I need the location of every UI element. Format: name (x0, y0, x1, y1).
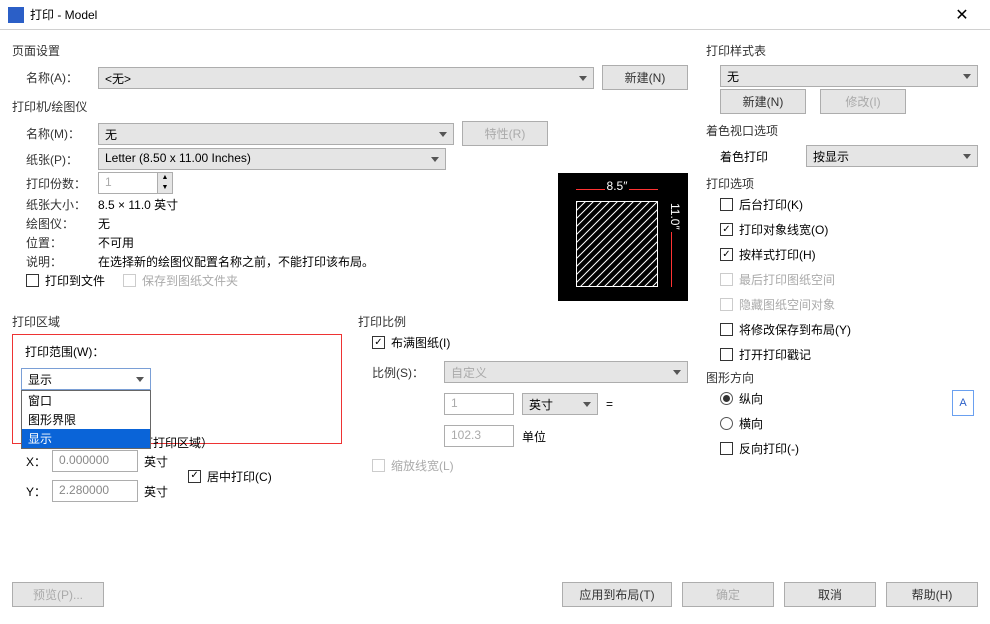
printer-name-label: 名称(M)： (26, 125, 90, 142)
offset-y-input[interactable]: 2.280000 (52, 480, 138, 502)
plotter-label: 绘图仪： (26, 215, 90, 232)
paper-orientation-icon: A (952, 390, 974, 416)
ratio-select[interactable]: 自定义 (444, 361, 688, 383)
title-bar: 打印 - Model ✕ (0, 0, 990, 30)
location-label: 位置： (26, 234, 90, 251)
shade-select[interactable]: 按显示 (806, 145, 978, 167)
range-dropdown-list: 窗口 图形界限 显示 (21, 390, 151, 449)
offset-x-unit: 英寸 (144, 453, 168, 470)
paper-size-label: 纸张大小： (26, 196, 90, 213)
copies-spinner[interactable]: 1 ▲▼ (98, 172, 173, 194)
range-option-window[interactable]: 窗口 (22, 391, 150, 410)
page-setup-section: 页面设置 名称(A)： <无> 新建(N) (12, 40, 688, 92)
option-checkbox-0[interactable]: 后台打印(K) (720, 196, 978, 213)
shade-label: 着色打印 (720, 148, 768, 165)
range-option-display[interactable]: 显示 (22, 429, 150, 448)
styles-edit-button: 修改(I) (820, 89, 906, 114)
portrait-radio[interactable]: 纵向 (720, 390, 799, 407)
ratio-label: 比例(S)： (372, 364, 436, 381)
styles-heading: 打印样式表 (706, 40, 978, 63)
option-checkbox-1[interactable]: ✓打印对象线宽(O) (720, 221, 978, 238)
orientation-heading: 图形方向 (706, 367, 978, 390)
equals-sign: = (606, 397, 613, 411)
styles-new-button[interactable]: 新建(N) (720, 89, 806, 114)
paper-select[interactable]: Letter (8.50 x 11.00 Inches) (98, 148, 446, 170)
paper-preview: 8.5″ 11.0″ (558, 173, 688, 301)
offset-y-label: Y： (26, 483, 46, 500)
printer-name-select[interactable]: 无 (98, 123, 454, 145)
save-to-folder-checkbox[interactable]: 保存到图纸文件夹 (123, 272, 238, 289)
center-print-checkbox[interactable]: ✓居中打印(C) (188, 468, 272, 485)
orientation-section: 图形方向 纵向 横向 反向打印(-) A (706, 367, 978, 457)
offset-x-label: X： (26, 453, 46, 470)
printer-section: 打印机/绘图仪 名称(M)： 无 特性(R) 纸张(P)： Letter (8.… (12, 96, 688, 301)
help-button[interactable]: 帮助(H) (886, 582, 978, 607)
desc-value: 在选择新的绘图仪配置名称之前，不能打印该布局。 (98, 253, 374, 270)
offset-x-input[interactable]: 0.000000 (52, 450, 138, 472)
area-heading: 打印区域 (12, 311, 342, 334)
location-value: 不可用 (98, 234, 134, 251)
hatch-icon (577, 202, 657, 286)
page-name-label: 名称(A)： (26, 69, 90, 86)
viewport-section: 着色视口选项 着色打印 按显示 (706, 120, 978, 169)
options-section: 打印选项 后台打印(K) ✓打印对象线宽(O) ✓按样式打印(H) 最后打印图纸空间隐… (706, 173, 978, 363)
option-checkbox-6[interactable]: 打开打印戳记 (720, 346, 978, 363)
styles-section: 打印样式表 无 新建(N) 修改(I) (706, 40, 978, 116)
option-checkbox-5[interactable]: 将修改保存到布局(Y) (720, 321, 978, 338)
options-heading: 打印选项 (706, 173, 978, 196)
page-setup-heading: 页面设置 (12, 40, 688, 63)
copies-label: 打印份数： (26, 175, 90, 192)
scale-heading: 打印比例 (358, 311, 688, 334)
scale-den-input[interactable]: 102.3 (444, 425, 514, 447)
printer-props-button: 特性(R) (462, 121, 548, 146)
close-button[interactable]: ✕ (942, 5, 982, 25)
area-redbox: 打印范围(W)： 显示 窗口 图形界限 显示 打印偏移（原点设置在可打印区域） (12, 334, 342, 444)
desc-label: 说明： (26, 253, 90, 270)
paper-size-value: 8.5 × 11.0 英寸 (98, 196, 178, 213)
offset-y-unit: 英寸 (144, 483, 168, 500)
ok-button: 确定 (682, 582, 774, 607)
cancel-button[interactable]: 取消 (784, 582, 876, 607)
scale-num-input[interactable]: 1 (444, 393, 514, 415)
app-icon (8, 7, 24, 23)
range-select[interactable]: 显示 窗口 图形界限 显示 (21, 368, 151, 390)
spin-down-icon[interactable]: ▼ (158, 183, 172, 193)
scale-lineweight-checkbox[interactable]: 缩放线宽(L) (372, 457, 688, 474)
reverse-checkbox[interactable]: 反向打印(-) (720, 440, 799, 457)
spin-up-icon[interactable]: ▲ (158, 173, 172, 183)
range-label: 打印范围(W)： (25, 343, 333, 360)
scale-den-unit: 单位 (522, 428, 598, 445)
fit-paper-checkbox[interactable]: ✓布满图纸(I) (372, 334, 688, 351)
range-option-extents[interactable]: 图形界限 (22, 410, 150, 429)
paper-label: 纸张(P)： (26, 151, 90, 168)
styles-select[interactable]: 无 (720, 65, 978, 87)
printer-heading: 打印机/绘图仪 (12, 96, 688, 119)
page-new-button[interactable]: 新建(N) (602, 65, 688, 90)
option-checkbox-4: 隐藏图纸空间对象 (720, 296, 978, 313)
viewport-heading: 着色视口选项 (706, 120, 978, 143)
option-checkbox-2[interactable]: ✓按样式打印(H) (720, 246, 978, 263)
plotter-value: 无 (98, 215, 110, 232)
apply-button[interactable]: 应用到布局(T) (562, 582, 672, 607)
print-to-file-checkbox[interactable]: 打印到文件 (26, 272, 105, 289)
window-title: 打印 - Model (30, 6, 942, 23)
preview-button: 预览(P)... (12, 582, 104, 607)
landscape-radio[interactable]: 横向 (720, 415, 799, 432)
option-checkbox-3: 最后打印图纸空间 (720, 271, 978, 288)
button-bar: 预览(P)... 应用到布局(T) 确定 取消 帮助(H) (0, 574, 990, 614)
scale-unit-select[interactable]: 英寸 (522, 393, 598, 415)
page-name-select[interactable]: <无> (98, 67, 594, 89)
